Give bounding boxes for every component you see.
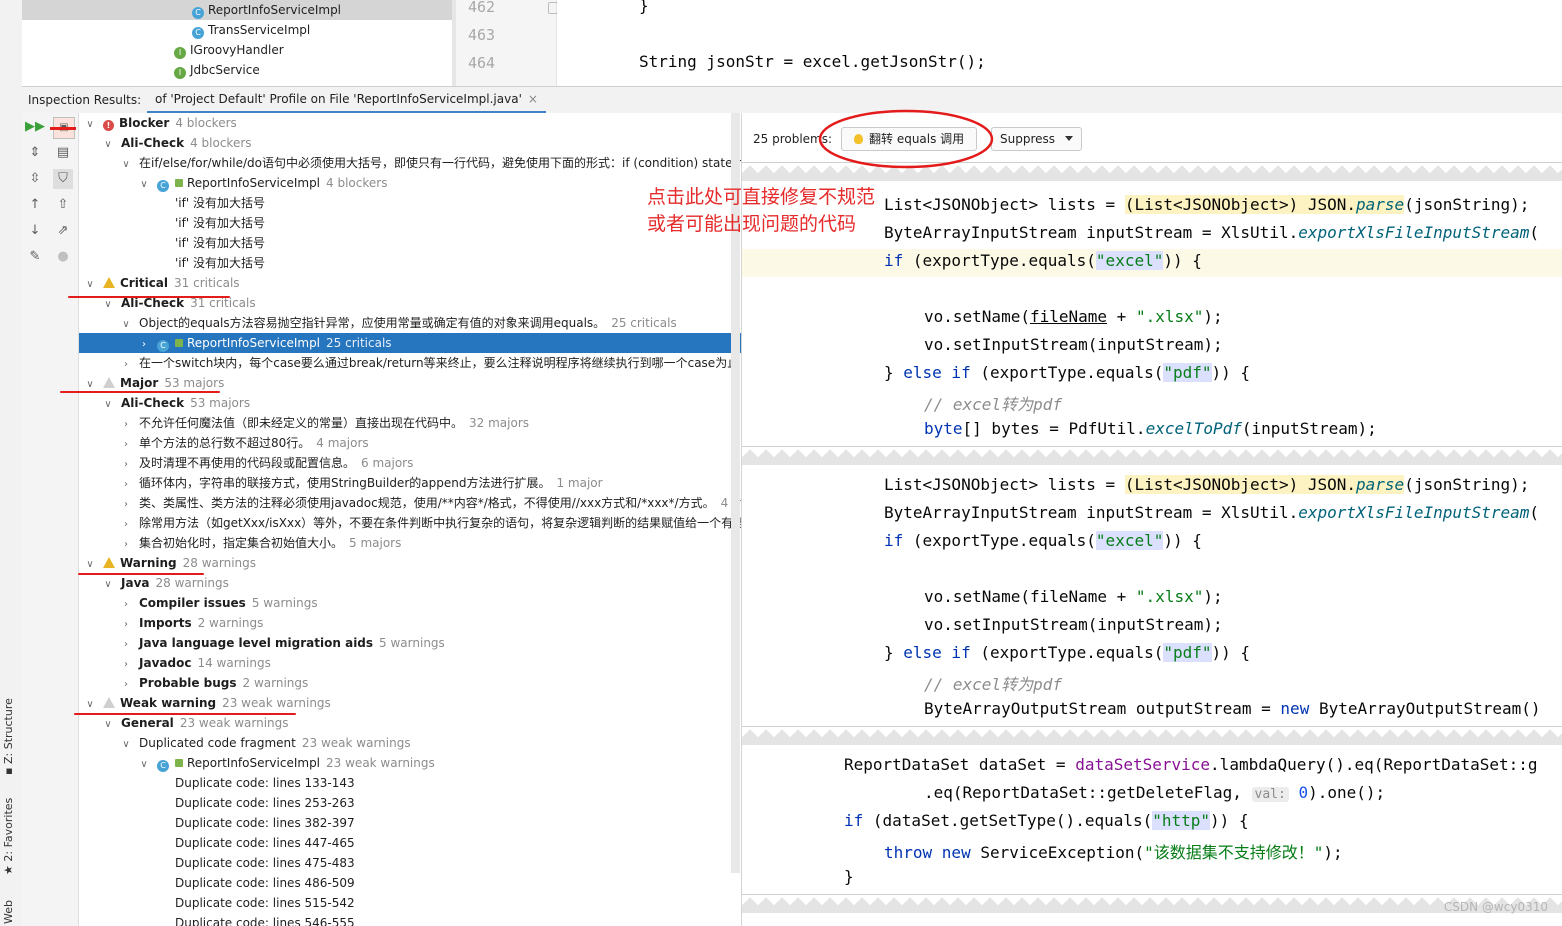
annotation-line: 或者可能出现问题的代码	[647, 213, 857, 235]
annotation-underline	[78, 573, 204, 575]
annotation-note: 点击此处可直接修复不规范 或者可能出现问题的代码	[647, 184, 875, 238]
annotation-underline	[74, 713, 296, 715]
annotation-underline	[68, 296, 230, 298]
watermark: CSDN @wcy0310	[1443, 900, 1548, 914]
annotation-line: 点击此处可直接修复不规范	[647, 186, 876, 208]
annotation-underline	[60, 391, 220, 393]
highlight-circle	[818, 109, 994, 169]
annotation-underline	[50, 127, 76, 130]
annotation-overlay	[50, 109, 994, 169]
